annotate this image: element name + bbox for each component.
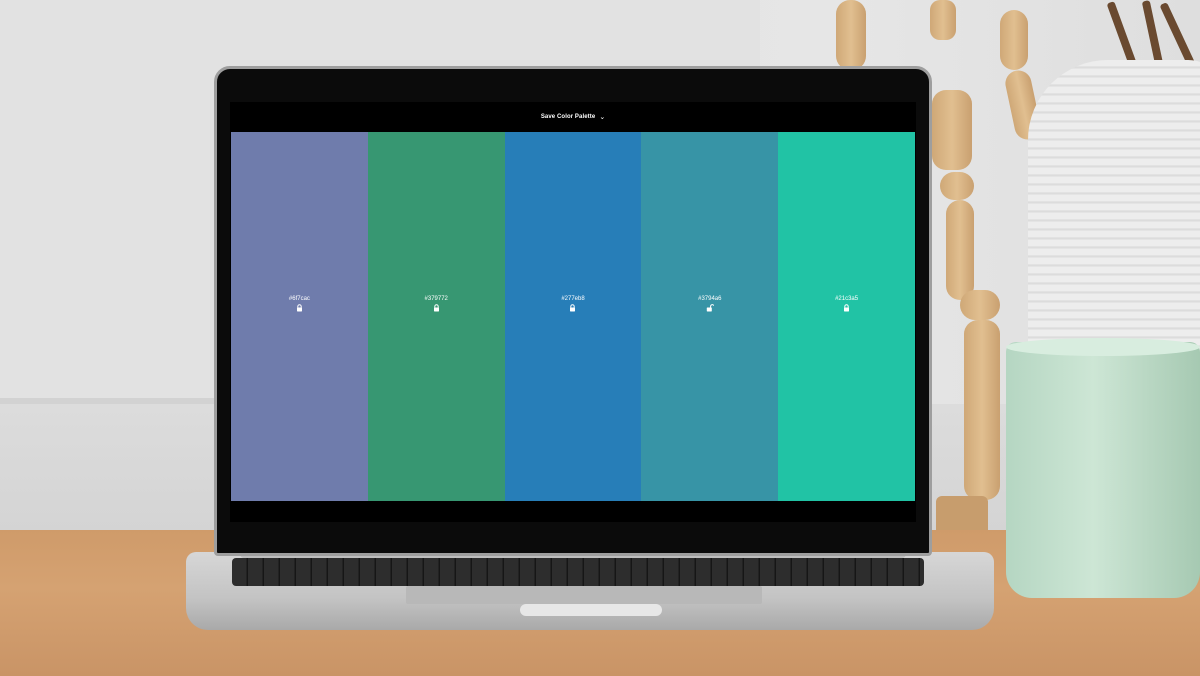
app-header: Save Color Palette ⌄ (230, 102, 916, 132)
lock-icon[interactable] (778, 304, 915, 314)
swatch-hex-code[interactable]: #6f7cac (231, 296, 368, 302)
chevron-down-icon[interactable]: ⌄ (599, 114, 605, 121)
mug-rim (1006, 338, 1200, 356)
color-swatch[interactable]: #277eb8 (504, 132, 642, 501)
color-swatch[interactable]: #6f7cac (231, 132, 368, 501)
swatch-hex-code[interactable]: #3794a6 (641, 296, 778, 302)
laptop-notch (520, 604, 662, 616)
color-swatch[interactable]: #21c3a5 (778, 132, 915, 501)
save-palette-menu[interactable]: Save Color Palette (541, 114, 596, 120)
laptop-keyboard (232, 558, 924, 586)
swatch-hex-code[interactable]: #21c3a5 (778, 296, 915, 302)
color-swatch[interactable]: #379772 (367, 132, 505, 501)
color-swatch[interactable]: #3794a6 (641, 132, 779, 501)
lock-icon[interactable] (231, 304, 368, 314)
unlock-icon[interactable] (641, 304, 778, 314)
swatch-hex-code[interactable]: #277eb8 (505, 296, 642, 302)
photo-background: Save Color Palette ⌄ #6f7cac #379772 #277e… (0, 0, 1200, 676)
laptop-screen: Save Color Palette ⌄ #6f7cac #379772 #277e… (230, 102, 916, 522)
swatch-hex-code[interactable]: #379772 (368, 296, 505, 302)
screen-bottom-bar (230, 501, 916, 522)
color-palette: #6f7cac #379772 #277eb8 #3794a6 #21c3a5 (231, 132, 915, 501)
mug (1006, 342, 1200, 598)
laptop-trackpad (406, 586, 762, 604)
lock-icon[interactable] (368, 304, 505, 314)
lock-icon[interactable] (505, 304, 642, 314)
